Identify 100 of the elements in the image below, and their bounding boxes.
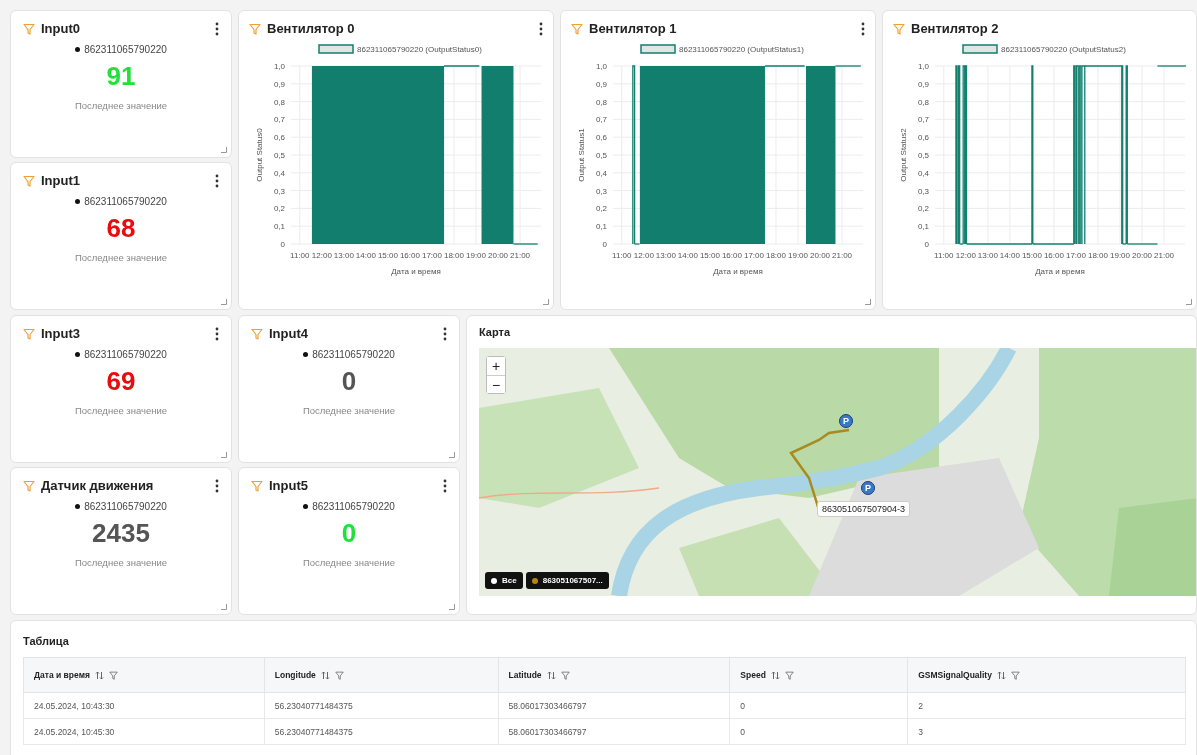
table-cell: 2	[907, 692, 1186, 719]
column-header[interactable]: Speed	[729, 657, 908, 693]
sort-icon[interactable]	[320, 670, 330, 680]
axis-tick-label: 16:00	[399, 251, 420, 260]
axis-tick-label: 0,4	[273, 168, 285, 178]
widget-title: Input5	[269, 478, 309, 493]
more-icon[interactable]	[443, 326, 447, 341]
resize-handle-icon[interactable]	[449, 452, 455, 458]
axis-title: Дата и время	[391, 267, 441, 276]
resize-handle-icon[interactable]	[449, 604, 455, 610]
axis-title: Дата и время	[713, 267, 763, 276]
axis-tick-label: 16:00	[721, 251, 742, 260]
axis-tick-label: 0,1	[595, 222, 607, 232]
table-cell: 56.23040771484375	[264, 692, 499, 719]
funnel-icon	[23, 327, 35, 340]
resize-handle-icon[interactable]	[543, 299, 549, 305]
axis-tick-label: 1,0	[595, 62, 607, 71]
dot-icon	[75, 352, 81, 357]
dot-icon	[303, 504, 309, 509]
sort-icon[interactable]	[996, 670, 1006, 680]
funnel-icon	[251, 327, 263, 340]
widget-title: Input4	[269, 326, 309, 341]
axis-tick-label: 19:00	[466, 251, 487, 260]
axis-title: Output Status0	[255, 128, 264, 182]
value-reading: 69	[106, 366, 136, 397]
widget-title: Карта	[479, 326, 512, 338]
axis-tick-label: 0	[602, 240, 607, 249]
axis-tick-label: 14:00	[999, 251, 1020, 260]
axis-tick-label: 13:00	[977, 251, 998, 260]
funnel-icon	[249, 22, 261, 35]
funnel-icon	[23, 174, 35, 187]
resize-handle-icon[interactable]	[221, 147, 227, 153]
legend-swatch[interactable]	[318, 44, 354, 54]
axis-tick-label: 0,5	[917, 151, 929, 160]
axis-tick-label: 0,2	[595, 204, 607, 214]
axis-tick-label: 1,0	[917, 62, 929, 71]
column-header[interactable]: GSMSignalQuality	[907, 657, 1186, 693]
dot-icon	[303, 352, 309, 357]
filter-chip[interactable]: 863051067507...	[525, 572, 609, 589]
axis-tick-label: 21:00	[1154, 251, 1175, 260]
axis-tick-label: 18:00	[1088, 251, 1108, 260]
resize-handle-icon[interactable]	[221, 299, 227, 305]
value-reading: 68	[106, 213, 136, 244]
column-title[interactable]: GSMSignalQuality	[918, 670, 992, 680]
axis-tick-label: 0,3	[595, 186, 607, 196]
resize-handle-icon[interactable]	[1186, 299, 1192, 305]
column-header[interactable]: Longitude	[264, 657, 499, 693]
sort-icon[interactable]	[770, 670, 780, 680]
axis-tick-label: 0,9	[273, 79, 285, 89]
axis-tick-label: 0,3	[917, 186, 929, 196]
legend-label[interactable]: 862311065790220 (OutputStatus1)	[679, 45, 804, 54]
sort-icon[interactable]	[94, 670, 104, 680]
widget-title: Input1	[41, 173, 81, 188]
widget-title: Вентилятор 2	[911, 21, 1000, 36]
more-icon[interactable]	[215, 326, 219, 341]
axis-tick-label: 1,0	[273, 62, 285, 71]
column-title[interactable]: Longitude	[274, 670, 316, 680]
legend-swatch[interactable]	[640, 44, 676, 54]
resize-handle-icon[interactable]	[221, 452, 227, 458]
funnel-icon	[893, 22, 905, 35]
table-cell: 24.05.2024, 10:45:30	[23, 718, 265, 745]
more-icon[interactable]	[443, 478, 447, 493]
table-cell: 3	[907, 718, 1186, 745]
axis-tick-label: 0,6	[273, 133, 285, 143]
value-caption: Последнее значение	[302, 557, 396, 568]
value-reading: 0	[341, 518, 357, 549]
more-icon[interactable]	[215, 478, 219, 493]
sort-icon[interactable]	[546, 670, 556, 680]
device-id: 862311065790220	[312, 501, 395, 512]
more-icon[interactable]	[215, 21, 219, 36]
axis-tick-label: 19:00	[788, 251, 809, 260]
axis-tick-label: 0,1	[917, 222, 929, 232]
filter-icon	[334, 670, 344, 680]
axis-tick-label: 14:00	[355, 251, 376, 260]
legend-label[interactable]: 862311065790220 (OutputStatus0)	[357, 45, 482, 54]
filter-chip[interactable]: Все	[485, 572, 523, 589]
more-icon[interactable]	[215, 173, 219, 188]
axis-tick-label: 18:00	[766, 251, 786, 260]
more-icon[interactable]	[539, 21, 543, 36]
device-id: 862311065790220	[84, 44, 167, 55]
column-header[interactable]: Latitude	[498, 657, 730, 693]
column-header[interactable]: Дата и время	[23, 657, 265, 693]
column-title[interactable]: Дата и время	[34, 670, 90, 680]
resize-handle-icon[interactable]	[221, 604, 227, 610]
column-title[interactable]: Latitude	[508, 670, 542, 680]
column-title[interactable]: Speed	[740, 670, 766, 680]
device-id: 862311065790220	[84, 196, 167, 207]
legend-swatch[interactable]	[962, 44, 998, 54]
table-cell: 56.23040771484375	[264, 718, 499, 745]
dot-icon	[75, 47, 81, 52]
more-icon[interactable]	[861, 21, 865, 36]
resize-handle-icon[interactable]	[865, 299, 871, 305]
value-reading: 91	[106, 61, 136, 92]
legend-label[interactable]: 862311065790220 (OutputStatus2)	[1001, 45, 1126, 54]
value-reading: 0	[341, 366, 357, 397]
zoom-out-button[interactable]: −	[487, 375, 505, 393]
axis-tick-label: 0,3	[273, 186, 285, 196]
value-caption: Последнее значение	[302, 405, 396, 416]
axis-tick-label: 13:00	[333, 251, 354, 260]
axis-tick-label: 0,9	[595, 79, 607, 89]
